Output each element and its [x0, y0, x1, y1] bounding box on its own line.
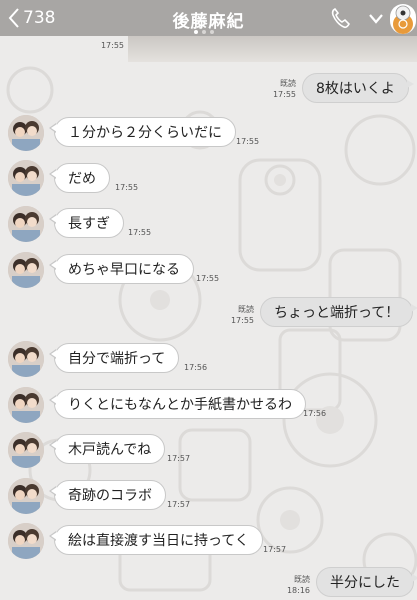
message-bubble[interactable]: りくとにもなんとか手紙書かせるわ — [49, 389, 306, 419]
avatar-photo — [8, 252, 44, 288]
message-bubble[interactable]: だめ — [49, 163, 110, 193]
avatar-photo — [8, 341, 44, 377]
message-time: 17:55 — [236, 137, 260, 146]
message-time: 17:57 — [167, 454, 191, 463]
avatar-photo — [8, 432, 44, 468]
avatar[interactable] — [8, 478, 44, 514]
message-time: 17:55 — [230, 316, 254, 325]
previous-image-message[interactable] — [128, 36, 417, 62]
message-bubble[interactable]: 半分にした — [316, 567, 417, 597]
avatar[interactable] — [8, 523, 44, 559]
call-button[interactable] — [330, 7, 350, 33]
read-receipt: 既読 — [238, 305, 254, 314]
message-bubble[interactable]: めちゃ早口になる — [49, 254, 194, 284]
avatar[interactable] — [8, 252, 44, 288]
page-dot — [210, 30, 214, 34]
avatar[interactable] — [8, 206, 44, 242]
previous-meta: 17:55 — [96, 40, 124, 51]
message-time: 18:16 — [286, 586, 310, 595]
page-dot — [202, 30, 206, 34]
menu-toggle-button[interactable] — [368, 10, 384, 29]
message-meta: 既読 18:16 — [280, 574, 310, 596]
message-time: 17:55 — [272, 90, 296, 99]
message-bubble[interactable]: ちょっと端折って！ — [260, 297, 417, 327]
message-time: 17:55 — [128, 228, 152, 237]
avatar[interactable] — [8, 341, 44, 377]
page-dot — [194, 30, 198, 34]
avatar[interactable] — [8, 160, 44, 196]
message-bubble[interactable]: 絵は直接渡す当日に持ってく — [49, 525, 263, 555]
chat-title: 後藤麻紀 — [172, 12, 245, 32]
phone-icon — [331, 7, 350, 29]
previous-time: 17:55 — [100, 41, 124, 50]
message-bubble[interactable]: 8枚はいくよ — [302, 73, 414, 103]
chevron-down-icon — [369, 14, 383, 24]
avatar-photo — [8, 160, 44, 196]
avatar-photo — [8, 478, 44, 514]
message-bubble[interactable]: １分から２分くらいだに — [49, 117, 236, 147]
message-time: 17:55 — [115, 183, 139, 192]
avatar[interactable] — [8, 115, 44, 151]
message-bubble[interactable]: 自分で端折って — [48, 343, 180, 373]
page-indicator — [194, 30, 214, 34]
avatar[interactable] — [8, 432, 44, 468]
read-receipt: 既読 — [280, 79, 296, 88]
chat-header: 738 後藤麻紀 — [0, 0, 417, 36]
message-time: 17:56 — [184, 363, 208, 372]
avatar-photo — [8, 206, 44, 242]
avatar-photo — [8, 523, 44, 559]
message-time: 17:57 — [167, 500, 191, 509]
message-meta: 既読 17:55 — [266, 78, 296, 100]
message-time: 17:55 — [196, 274, 220, 283]
avatar[interactable] — [8, 387, 44, 423]
read-receipt: 既読 — [294, 575, 310, 584]
message-meta: 既読 17:55 — [224, 304, 254, 326]
message-time: 17:57 — [263, 545, 287, 554]
avatar-photo — [8, 115, 44, 151]
message-bubble[interactable]: 奇跡のコラボ — [49, 480, 166, 510]
message-bubble[interactable]: 長すぎ — [49, 208, 124, 238]
sticker-avatar-icon — [393, 5, 413, 34]
message-bubble[interactable]: 木戸読んでね — [48, 434, 166, 464]
sticker-avatar-button[interactable] — [390, 4, 416, 34]
avatar-photo — [8, 387, 44, 423]
message-time: 17:56 — [303, 409, 327, 418]
